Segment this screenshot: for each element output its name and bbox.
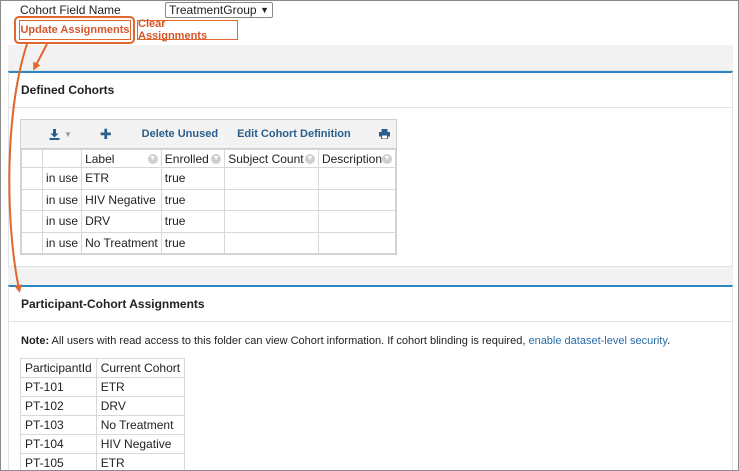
description-cell [317, 167, 397, 190]
clear-assignments-button[interactable]: Clear Assignments [137, 18, 238, 42]
table-row: in use DRV true [20, 210, 397, 233]
column-menu-icon[interactable]: ▼ [382, 153, 392, 164]
table-row: PT-105 ETR [20, 453, 186, 470]
column-header-label[interactable]: Label ▼ [81, 149, 162, 168]
defined-cohorts-title: Defined Cohorts [21, 83, 115, 97]
cohorts-table: Label ▼ Enrolled ▼ Subject Count ▼ Descript… [20, 149, 397, 254]
note-label: Note: [21, 335, 50, 347]
divider [9, 321, 732, 322]
subject-count-cell [224, 231, 319, 254]
participant-id-cell: PT-102 [20, 396, 97, 416]
subject-count-cell [224, 188, 319, 211]
column-header-subject-count[interactable]: Subject Count ▼ [224, 149, 319, 168]
enable-dataset-security-link[interactable]: enable dataset-level security [528, 335, 667, 347]
print-icon [378, 129, 390, 139]
column-menu-icon[interactable]: ▼ [147, 153, 158, 164]
cohorts-grid: ▼ ✚ Delete Unused Edit Cohort Definition [20, 119, 397, 255]
table-row: PT-104 HIV Negative [20, 434, 186, 454]
row-select-cell[interactable] [20, 210, 44, 233]
download-icon [49, 128, 60, 140]
header-cell-empty [20, 149, 44, 168]
label-cell: DRV [81, 210, 162, 233]
column-header-current-cohort: Current Cohort [95, 358, 186, 378]
enrolled-cell: true [160, 167, 226, 190]
plus-icon: ✚ [99, 125, 112, 142]
status-cell: in use [42, 188, 83, 211]
add-cohort-button[interactable]: ✚ [100, 126, 112, 143]
row-select-cell[interactable] [20, 188, 44, 211]
row-select-cell[interactable] [20, 167, 44, 190]
status-cell: in use [42, 210, 83, 233]
grid-toolbar: ▼ ✚ Delete Unused Edit Cohort Definition [21, 120, 396, 149]
description-cell [317, 231, 397, 254]
table-header-row: ParticipantId Current Cohort [20, 358, 186, 378]
status-cell: in use [42, 231, 83, 254]
description-cell [317, 210, 397, 233]
row-select-cell[interactable] [20, 231, 44, 254]
cohort-field-select[interactable]: TreatmentGroup ▼ [165, 2, 273, 18]
table-row: in use HIV Negative true [20, 188, 397, 211]
column-label-text: Description [321, 151, 382, 166]
chevron-down-icon: ▼ [260, 5, 269, 15]
enrolled-cell: true [160, 231, 226, 254]
label-cell: HIV Negative [81, 188, 162, 211]
export-button[interactable]: ▼ [49, 128, 72, 140]
participant-id-cell: PT-105 [20, 453, 97, 470]
page-frame: Cohort Field Name TreatmentGroup ▼ Updat… [0, 0, 739, 471]
current-cohort-cell: No Treatment [95, 415, 186, 435]
description-cell [317, 188, 397, 211]
cohort-field-label: Cohort Field Name [20, 3, 121, 17]
participant-id-cell: PT-103 [20, 415, 97, 435]
divider [9, 107, 732, 108]
column-menu-icon[interactable]: ▼ [304, 153, 315, 164]
note-text: All users with read access to this folde… [49, 335, 529, 347]
participant-id-cell: PT-104 [20, 434, 97, 454]
table-header-row: Label ▼ Enrolled ▼ Subject Count ▼ Descript… [20, 149, 397, 168]
column-label-text: Label [85, 151, 115, 166]
participant-cohort-assignments-panel: Participant-Cohort Assignments Note: All… [8, 285, 733, 470]
table-row: PT-101 ETR [20, 377, 186, 397]
current-cohort-cell: DRV [95, 396, 186, 416]
cohort-field-selected-value: TreatmentGroup [169, 3, 257, 17]
table-row: PT-102 DRV [20, 396, 186, 416]
table-row: in use No Treatment true [20, 231, 397, 254]
edit-cohort-definition-button[interactable]: Edit Cohort Definition [237, 128, 351, 140]
subject-count-cell [224, 210, 319, 233]
defined-cohorts-panel: Defined Cohorts ▼ ✚ Delete Unused Edit C… [8, 71, 733, 267]
participant-id-cell: PT-101 [20, 377, 97, 397]
delete-unused-button[interactable]: Delete Unused [142, 128, 218, 140]
header-cell-status [42, 149, 83, 168]
label-cell: No Treatment [81, 231, 162, 254]
table-row: in use ETR true [20, 167, 397, 190]
current-cohort-cell: ETR [95, 453, 186, 470]
caret-down-icon: ▼ [64, 129, 72, 139]
update-assignments-button[interactable]: Update Assignments [19, 20, 131, 40]
security-note: Note: All users with read access to this… [21, 335, 670, 347]
status-cell: in use [42, 167, 83, 190]
column-label-text: Subject Count [228, 151, 304, 166]
column-header-participant-id: ParticipantId [20, 358, 97, 378]
table-row: PT-103 No Treatment [20, 415, 186, 435]
column-label-text: Enrolled [164, 151, 209, 166]
column-menu-icon[interactable]: ▼ [211, 153, 222, 164]
print-button[interactable] [378, 129, 390, 139]
subject-count-cell [224, 167, 319, 190]
enrolled-cell: true [160, 210, 226, 233]
panel-spacer [8, 267, 733, 285]
label-cell: ETR [81, 167, 162, 190]
panel-spacer [8, 45, 733, 71]
current-cohort-cell: HIV Negative [95, 434, 186, 454]
current-cohort-cell: ETR [95, 377, 186, 397]
assignments-table: ParticipantId Current Cohort PT-101 ETR … [20, 358, 186, 470]
column-header-enrolled[interactable]: Enrolled ▼ [160, 149, 226, 168]
enrolled-cell: true [160, 188, 226, 211]
column-header-description[interactable]: Description ▼ [317, 149, 397, 168]
note-end: . [667, 335, 671, 347]
assignments-title: Participant-Cohort Assignments [21, 297, 205, 311]
